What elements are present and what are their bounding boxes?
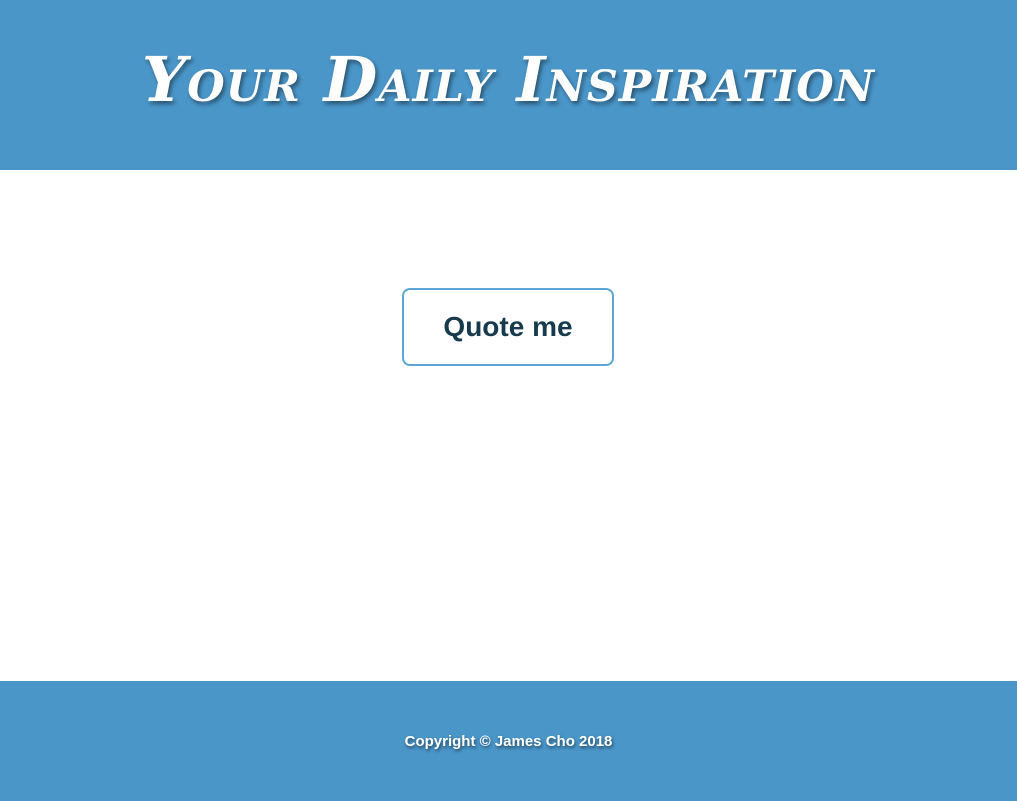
main-content: Quote me (0, 170, 1017, 681)
site-header: Your Daily Inspiration (0, 0, 1017, 170)
page: Your Daily Inspiration Quote me Copyrigh… (0, 0, 1017, 801)
site-footer: Copyright © James Cho 2018 (0, 681, 1017, 801)
copyright-text: Copyright © James Cho 2018 (404, 732, 613, 750)
quote-me-button[interactable]: Quote me (402, 288, 614, 366)
site-title: Your Daily Inspiration (142, 42, 875, 116)
